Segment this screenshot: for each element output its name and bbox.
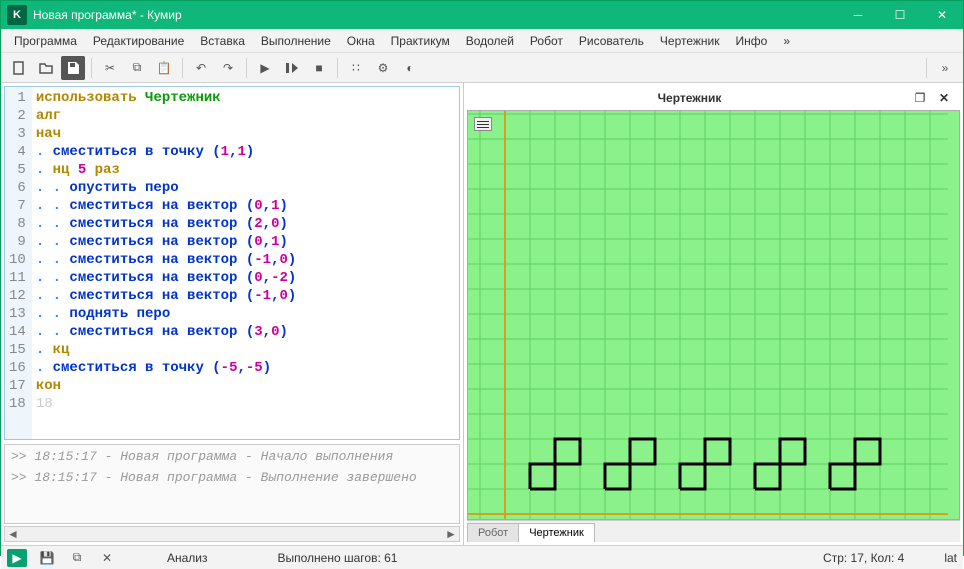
close-button[interactable]: ✕ xyxy=(921,1,963,29)
paste-icon[interactable]: 📋 xyxy=(152,56,176,80)
tab-Чертежник[interactable]: Чертежник xyxy=(518,523,595,542)
menu-Практикум[interactable]: Практикум xyxy=(384,31,457,51)
menu-Инфо[interactable]: Инфо xyxy=(729,31,775,51)
canvas-close-icon[interactable]: ✕ xyxy=(934,88,954,108)
canvas-menu-icon[interactable] xyxy=(474,117,492,131)
tab-Робот[interactable]: Робот xyxy=(467,523,519,542)
tool2-icon[interactable]: ⚙ xyxy=(371,56,395,80)
status-copy-icon[interactable]: ⧉ xyxy=(67,549,87,567)
menu-Водолей[interactable]: Водолей xyxy=(459,31,521,51)
canvas-tabs: РоботЧертежник xyxy=(467,520,960,542)
editor-content[interactable]: использовать Чертежник алг нач . сместит… xyxy=(32,87,459,439)
scroll-right-icon: ► xyxy=(443,527,459,541)
console-line: >> 18:15:17 - Новая программа - Выполнен… xyxy=(11,470,453,485)
stop-icon[interactable]: ■ xyxy=(307,56,331,80)
new-file-icon[interactable] xyxy=(7,56,31,80)
editor-gutter: 123456789101112131415161718 xyxy=(5,87,32,439)
tool1-icon[interactable]: ∷ xyxy=(344,56,368,80)
status-lang: lat xyxy=(944,551,957,565)
status-position: Стр: 17, Кол: 4 xyxy=(823,551,904,565)
window-title: Новая программа* - Кумир xyxy=(33,8,837,22)
redo-icon[interactable]: ↷ xyxy=(216,56,240,80)
app-icon: K xyxy=(7,5,27,25)
drawing-canvas[interactable] xyxy=(467,110,960,520)
open-file-icon[interactable] xyxy=(34,56,58,80)
copy-icon[interactable]: ⧉ xyxy=(125,56,149,80)
maximize-button[interactable]: ☐ xyxy=(879,1,921,29)
menu-Редактирование[interactable]: Редактирование xyxy=(86,31,191,51)
menu-bar: ПрограммаРедактированиеВставкаВыполнение… xyxy=(1,29,963,53)
menu-Вставка[interactable]: Вставка xyxy=(193,31,252,51)
console: >> 18:15:17 - Новая программа - Начало в… xyxy=(4,444,460,524)
scroll-left-icon: ◄ xyxy=(5,527,21,541)
run-icon[interactable]: ▶ xyxy=(253,56,277,80)
tool3-icon[interactable]: ◐ xyxy=(398,56,422,80)
status-close-icon[interactable]: ✕ xyxy=(97,549,117,567)
toolbar: ✂ ⧉ 📋 ↶ ↷ ▶ ■ ∷ ⚙ ◐ » xyxy=(1,53,963,83)
h-scrollbar[interactable]: ◄► xyxy=(4,526,460,542)
status-run-icon[interactable]: ▶ xyxy=(7,549,27,567)
more-tools-icon[interactable]: » xyxy=(933,56,957,80)
menu-Программа[interactable]: Программа xyxy=(7,31,84,51)
undo-icon[interactable]: ↶ xyxy=(189,56,213,80)
menu-Окна[interactable]: Окна xyxy=(340,31,382,51)
save-icon[interactable] xyxy=(61,56,85,80)
code-editor[interactable]: 123456789101112131415161718 использовать… xyxy=(4,86,460,440)
status-save-icon[interactable]: 💾 xyxy=(37,549,57,567)
menu-Чертежник[interactable]: Чертежник xyxy=(653,31,727,51)
menu-Рисователь[interactable]: Рисователь xyxy=(572,31,651,51)
step-icon[interactable] xyxy=(280,56,304,80)
menu-Выполнение[interactable]: Выполнение xyxy=(254,31,338,51)
canvas-title: Чертежник xyxy=(473,91,906,105)
status-analysis: Анализ xyxy=(167,551,208,565)
cut-icon[interactable]: ✂ xyxy=(98,56,122,80)
minimize-button[interactable]: ─ xyxy=(837,1,879,29)
canvas-restore-icon[interactable]: ❐ xyxy=(910,88,930,108)
menu-»[interactable]: » xyxy=(776,31,797,51)
console-line: >> 18:15:17 - Новая программа - Начало в… xyxy=(11,449,453,464)
status-steps: Выполнено шагов: 61 xyxy=(278,551,398,565)
status-bar: ▶ 💾 ⧉ ✕ Анализ Выполнено шагов: 61 Стр: … xyxy=(1,545,963,569)
menu-Робот[interactable]: Робот xyxy=(523,31,570,51)
